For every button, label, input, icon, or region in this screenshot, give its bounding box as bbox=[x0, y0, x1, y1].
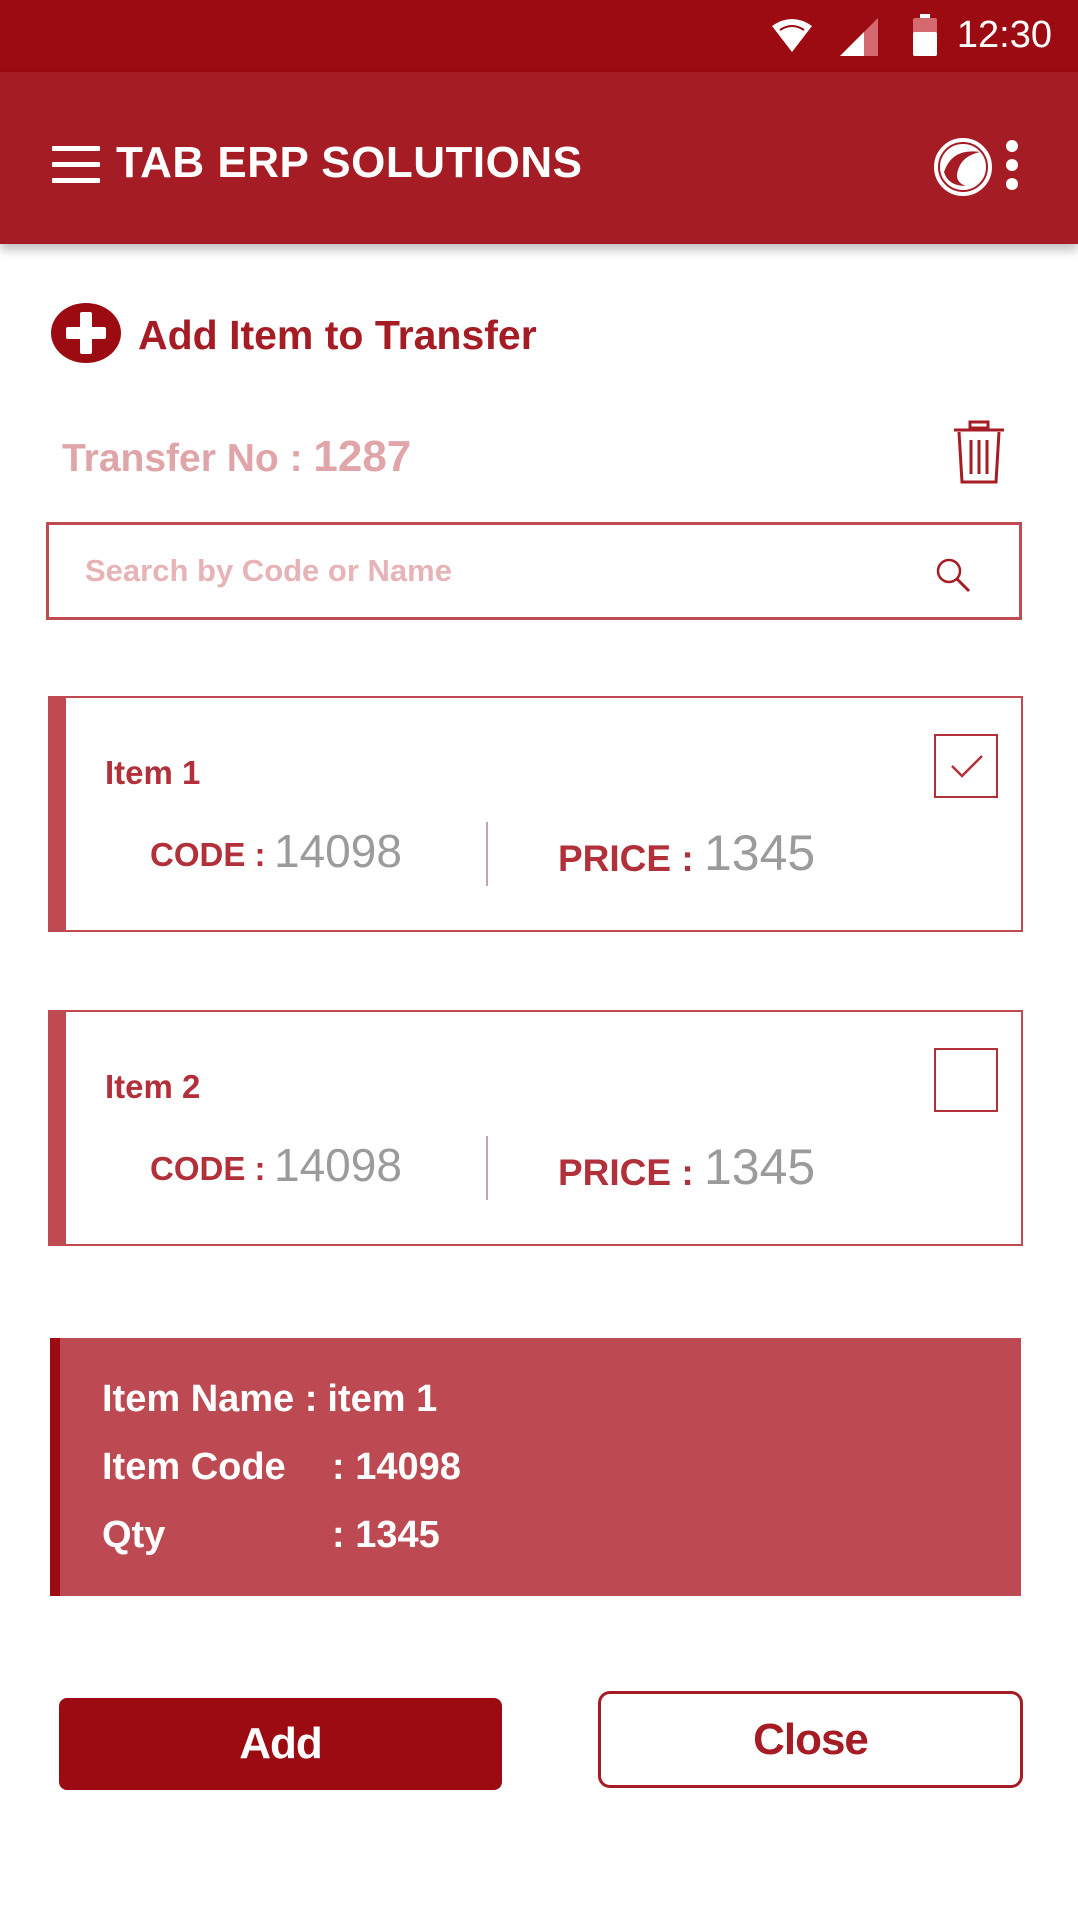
detail-qty-value: : 1345 bbox=[332, 1514, 440, 1556]
item-checkbox[interactable] bbox=[934, 1048, 998, 1112]
transfer-number: Transfer No : 1287 bbox=[62, 432, 411, 482]
price-value: 1345 bbox=[704, 1139, 816, 1195]
code-value: 14098 bbox=[274, 825, 402, 877]
detail-row-code: Item Code : 14098 bbox=[102, 1446, 461, 1489]
add-circle-icon[interactable] bbox=[50, 302, 122, 364]
check-icon bbox=[951, 755, 983, 778]
transfer-label: Transfer No : bbox=[62, 437, 314, 480]
wifi-icon bbox=[772, 19, 812, 52]
code-label: CODE : bbox=[150, 1150, 266, 1187]
app-bar: TAB ERP SOLUTIONS bbox=[0, 72, 1078, 244]
item-name: Item 1 bbox=[105, 754, 201, 791]
search-input[interactable] bbox=[85, 543, 905, 599]
code-value: 14098 bbox=[274, 1139, 402, 1191]
search-icon[interactable] bbox=[933, 555, 973, 595]
add-button[interactable]: Add bbox=[59, 1698, 502, 1790]
divider bbox=[486, 1136, 488, 1200]
search-box bbox=[46, 522, 1022, 620]
card-stripe bbox=[50, 698, 66, 930]
detail-name-label: Item Name : bbox=[102, 1378, 318, 1420]
transfer-value: 1287 bbox=[313, 432, 412, 481]
signal-icon bbox=[840, 18, 878, 56]
status-time: 12:30 bbox=[956, 14, 1052, 56]
item-details-panel: Item Name : item 1 Item Code : 14098 Qty : … bbox=[50, 1338, 1021, 1596]
detail-name-value: item 1 bbox=[327, 1378, 438, 1420]
status-bar: 12:30 bbox=[0, 0, 1078, 72]
item-card[interactable]: Item 2 CODE : 14098 PRICE : 1345 bbox=[48, 1010, 1023, 1246]
code-label: CODE : bbox=[150, 836, 266, 873]
price-label: PRICE : bbox=[558, 838, 694, 879]
detail-code-value: : 14098 bbox=[332, 1446, 461, 1488]
detail-code-label: Item Code bbox=[102, 1446, 286, 1488]
divider bbox=[486, 822, 488, 886]
close-button[interactable]: Close bbox=[598, 1691, 1023, 1788]
add-item-title: Add Item to Transfer bbox=[138, 312, 537, 358]
more-vert-icon[interactable] bbox=[1002, 140, 1022, 196]
battery-icon bbox=[913, 14, 937, 56]
detail-row-name: Item Name : item 1 bbox=[102, 1378, 437, 1421]
item-checkbox[interactable] bbox=[934, 734, 998, 798]
logo-icon bbox=[934, 138, 992, 196]
menu-icon[interactable] bbox=[52, 146, 100, 184]
item-name: Item 2 bbox=[105, 1068, 201, 1105]
detail-qty-label: Qty bbox=[102, 1514, 166, 1556]
detail-row-qty: Qty : 1345 bbox=[102, 1514, 440, 1557]
trash-icon[interactable] bbox=[952, 420, 1006, 486]
panel-stripe bbox=[50, 1338, 60, 1596]
item-card[interactable]: Item 1 CODE : 14098 PRICE : 1345 bbox=[48, 696, 1023, 932]
price-value: 1345 bbox=[704, 825, 816, 881]
price-label: PRICE : bbox=[558, 1152, 694, 1193]
app-title: TAB ERP SOLUTIONS bbox=[116, 138, 583, 187]
card-stripe bbox=[50, 1012, 66, 1244]
